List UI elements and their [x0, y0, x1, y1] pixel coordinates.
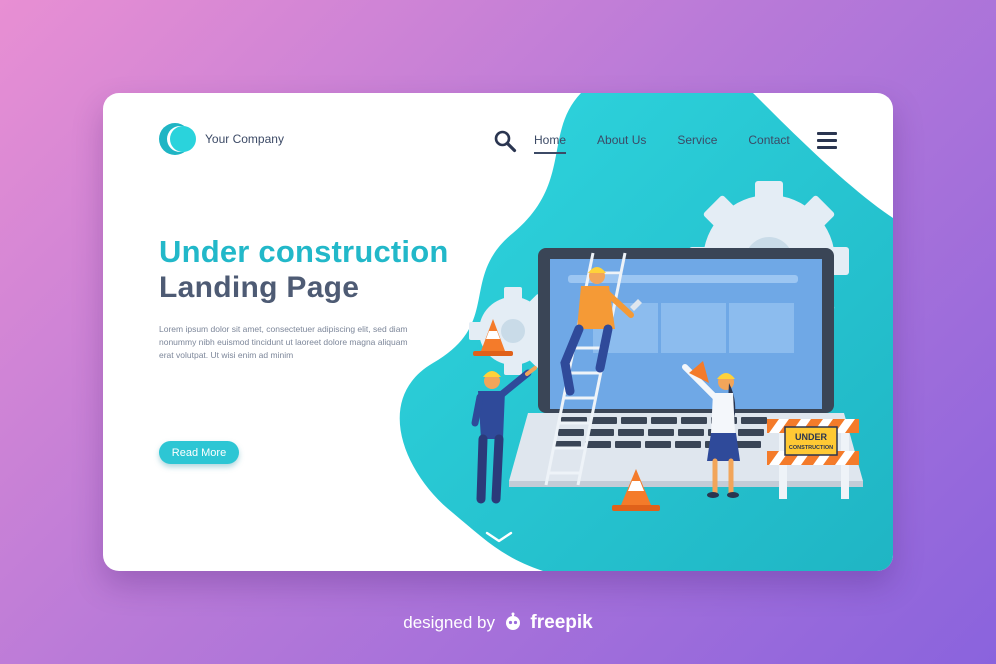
freepik-robot-icon	[505, 612, 520, 630]
sign-line-1: UNDER	[795, 432, 828, 442]
landing-card: Your Company Home About Us Service Conta…	[103, 93, 893, 571]
footer-designed-by: designed by	[403, 613, 495, 632]
chevron-down-icon[interactable]	[485, 530, 513, 544]
footer-brand[interactable]: freepik	[530, 612, 592, 633]
footer-credit: designed by freepik	[0, 612, 996, 634]
sign-line-2: CONSTRUCTION	[789, 445, 833, 451]
construction-illustration: UNDER CONSTRUCTION	[469, 181, 863, 511]
